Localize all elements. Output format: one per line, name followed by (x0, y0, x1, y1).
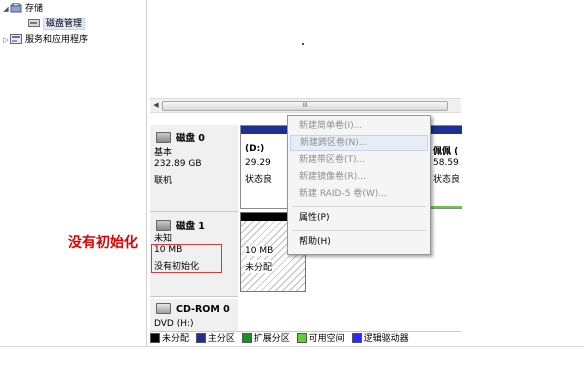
disk1-unalloc-size: 10 MB (245, 246, 274, 256)
context-menu: 新建简单卷(I)... 新建跨区卷(N)... 新建带区卷(T)... 新建镜像… (287, 115, 431, 255)
menu-new-spanned-volume[interactable]: 新建跨区卷(N)... (290, 135, 428, 151)
tree-item-services-apps-label: 服务和应用程序 (25, 35, 89, 45)
disk-icon (156, 220, 171, 231)
disk0-size: 232.89 GB (154, 159, 202, 169)
disk1-type: 未知 (154, 234, 173, 244)
scrollbar-thumb[interactable]: III (162, 101, 448, 111)
highlight-box (151, 244, 222, 273)
services-icon (10, 33, 22, 44)
scrollbar-grip: III (302, 102, 308, 109)
legend-swatch (351, 332, 362, 343)
volume-right-status: 状态良 (433, 175, 461, 185)
legend-swatch (296, 332, 307, 343)
annotation-not-initialized: 没有初始化 (68, 235, 138, 251)
console-tree: ◢ 存储 磁盘管理 ▷ 服务和应用程序 (0, 0, 147, 347)
legend-free: 可用空间 (296, 332, 345, 346)
disk0-type: 基本 (154, 148, 173, 158)
volume-right-size: 58.59 (433, 158, 459, 168)
collapse-arrow-icon[interactable]: ◢ (2, 2, 10, 16)
disk0-title: 磁盘 0 (156, 130, 205, 144)
volume-d-size: 29.29 (245, 158, 271, 168)
storage-icon (10, 2, 22, 13)
free-space-line (430, 206, 462, 208)
disk-management-icon (28, 18, 40, 28)
tree-item-services-apps[interactable]: ▷ 服务和应用程序 (2, 33, 88, 47)
disk1-title: 磁盘 1 (156, 218, 205, 232)
tree-item-disk-management[interactable]: 磁盘管理 (28, 17, 86, 31)
legend: 未分配 主分区 扩展分区 可用空间 逻辑驱动器 (150, 331, 461, 346)
menu-new-raid5-volume[interactable]: 新建 RAID-5 卷(W)... (290, 186, 428, 202)
tree-item-storage[interactable]: ◢ 存储 (2, 2, 43, 16)
legend-swatch (241, 332, 252, 343)
status-bar (0, 346, 584, 368)
cdrom-title: CD-ROM 0 (156, 303, 230, 315)
menu-new-mirrored-volume[interactable]: 新建镜像卷(R)... (290, 169, 428, 185)
tree-item-disk-management-label: 磁盘管理 (43, 18, 86, 30)
menu-new-striped-volume[interactable]: 新建带区卷(T)... (290, 152, 428, 168)
horizontal-scrollbar[interactable]: ◀ III (150, 98, 461, 113)
disk0-status: 联机 (154, 176, 173, 186)
disk-icon (156, 132, 171, 143)
menu-separator (292, 206, 426, 207)
stray-dot (302, 43, 304, 45)
scroll-left-icon[interactable]: ◀ (150, 99, 162, 112)
legend-swatch (195, 332, 206, 343)
cdrom-info[interactable]: CD-ROM 0 DVD (H:) (150, 299, 238, 331)
menu-properties[interactable]: 属性(P) (290, 210, 428, 226)
disk1-unalloc-label: 未分配 (245, 260, 273, 273)
legend-logical: 逻辑驱动器 (351, 332, 409, 346)
legend-swatch (150, 332, 160, 343)
legend-primary: 主分区 (195, 332, 235, 346)
legend-unallocated: 未分配 (150, 332, 189, 346)
primary-partition-bar (430, 126, 462, 134)
expand-arrow-icon[interactable]: ▷ (2, 33, 10, 47)
volume-d[interactable]: (D:) 29.29 状态良 (240, 125, 289, 209)
menu-new-simple-volume[interactable]: 新建简单卷(I)... (290, 118, 428, 134)
volume-d-name: (D:) (245, 144, 265, 154)
menu-help[interactable]: 帮助(H) (290, 234, 428, 250)
menu-separator (292, 230, 426, 231)
volume-right-name: 佩佩 ( (433, 147, 459, 157)
primary-partition-bar (241, 126, 288, 134)
cdrom-line: DVD (H:) (154, 319, 194, 329)
volume-d-status: 状态良 (245, 175, 273, 185)
legend-extended: 扩展分区 (241, 332, 290, 346)
volume-right[interactable]: 佩佩 ( 58.59 状态良 (429, 125, 462, 209)
disk0-info[interactable]: 磁盘 0 基本 232.89 GB 联机 (150, 125, 238, 212)
cdrom-icon (156, 303, 171, 314)
tree-item-storage-label: 存储 (25, 4, 44, 14)
